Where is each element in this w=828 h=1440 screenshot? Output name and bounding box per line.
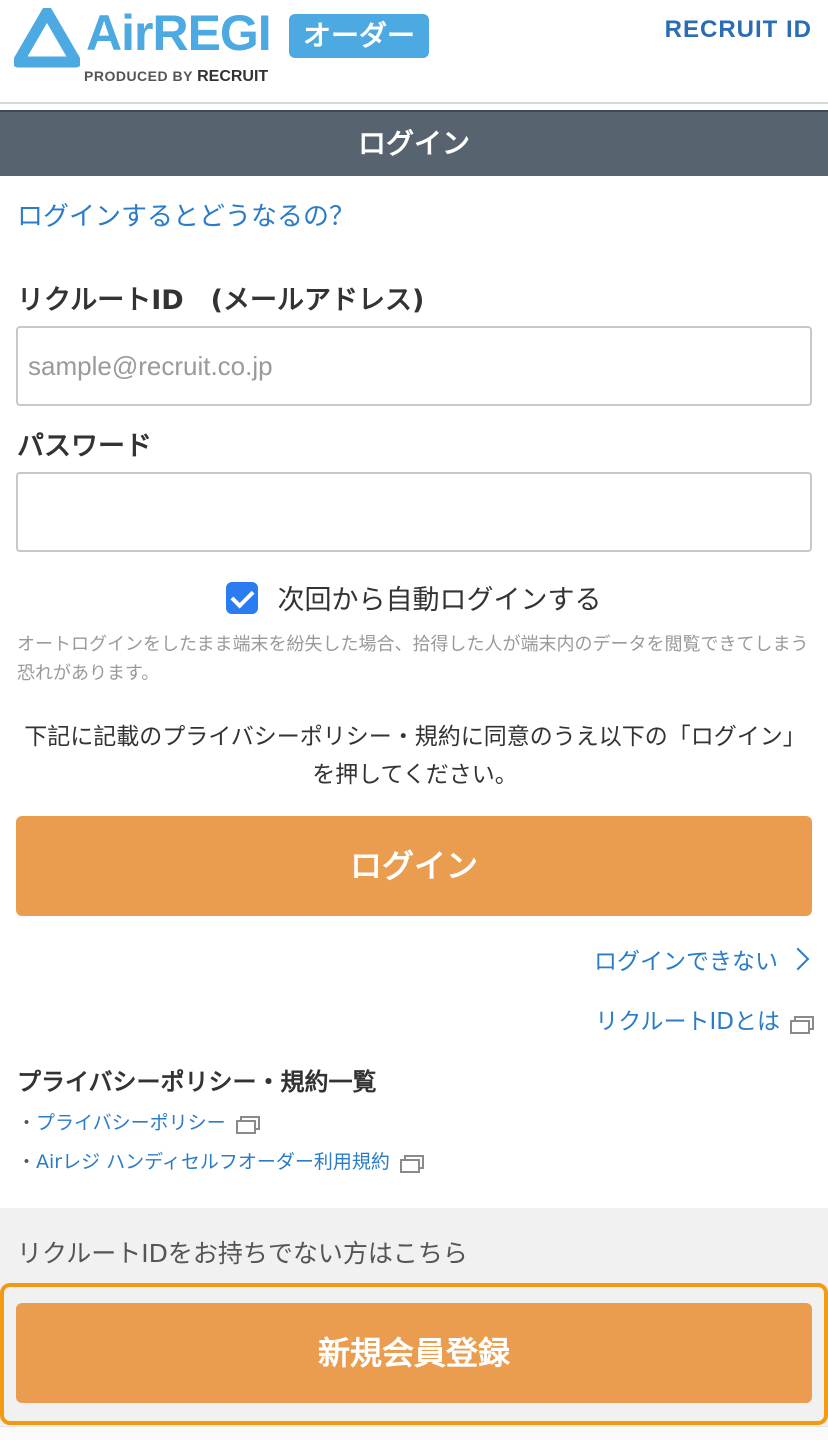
chevron-right-icon <box>786 947 810 971</box>
external-window-icon <box>399 1155 424 1173</box>
what-is-recruit-id-label: リクルートIDとは <box>595 1009 780 1035</box>
policy-list-heading: プライバシーポリシー・規約一覧 <box>17 1068 377 1096</box>
bottom-edge <box>0 1426 828 1440</box>
register-button[interactable]: 新規会員登録 <box>16 1303 812 1403</box>
password-field[interactable] <box>16 472 812 552</box>
auto-login-label: 次回から自動ログインする <box>277 585 602 616</box>
login-button[interactable]: ログイン <box>16 816 812 916</box>
email-label: リクルートID (メールアドレス) <box>17 285 425 316</box>
agreement-text: 下記に記載のプライバシーポリシー・規約に同意のうえ以下の「ログイン」を押してくだ… <box>24 724 806 788</box>
external-window-icon <box>235 1116 260 1134</box>
logo-triangle-icon <box>14 8 80 68</box>
cannot-login-link[interactable]: ログインできない <box>594 942 812 976</box>
page-title-bar: ログイン <box>0 110 828 176</box>
logo-text: AirREGI <box>86 5 272 61</box>
password-label: パスワード <box>17 431 152 462</box>
auto-login-warning: オートログインをしたまま端末を紛失した場合、拾得した人が端末内のデータを閲覧でき… <box>17 634 809 684</box>
logo-produced-by: PRODUCED BY RECRUIT <box>84 68 268 86</box>
terms-of-use-link[interactable]: Airレジ ハンディセルフオーダー利用規約 <box>36 1151 390 1173</box>
logo-sub-prefix: PRODUCED BY <box>84 68 193 84</box>
bullet: ・ <box>17 1151 37 1173</box>
no-recruit-id-text: リクルートIDをお持ちでない方はこちら <box>17 1239 468 1268</box>
logo-badge: オーダー <box>289 14 430 58</box>
auto-login-checkbox[interactable] <box>226 581 259 614</box>
what-happens-on-login-link[interactable]: ログインするとどうなるの？ <box>17 196 355 233</box>
page-title: ログイン <box>357 127 470 160</box>
what-is-recruit-id-link[interactable]: リクルートIDとは <box>595 1002 814 1036</box>
app-header: AirREGI オーダー PRODUCED BY RECRUIT RECRUIT… <box>0 0 828 104</box>
recruit-id-logo: RECRUIT ID <box>664 16 812 43</box>
email-field[interactable] <box>16 326 812 406</box>
auto-login-option[interactable]: 次回から自動ログインする <box>0 578 828 618</box>
cannot-login-label: ログインできない <box>594 949 778 975</box>
policy-list-item: ・プライバシーポリシー <box>17 1108 260 1135</box>
airregi-order-logo[interactable]: AirREGI オーダー PRODUCED BY RECRUIT <box>14 5 434 90</box>
external-window-icon <box>790 1016 814 1034</box>
logo-sub-brand: RECRUIT <box>197 68 269 85</box>
privacy-policy-link[interactable]: プライバシーポリシー <box>36 1112 226 1134</box>
bullet: ・ <box>17 1112 37 1134</box>
policy-list-item: ・Airレジ ハンディセルフオーダー利用規約 <box>17 1147 424 1174</box>
